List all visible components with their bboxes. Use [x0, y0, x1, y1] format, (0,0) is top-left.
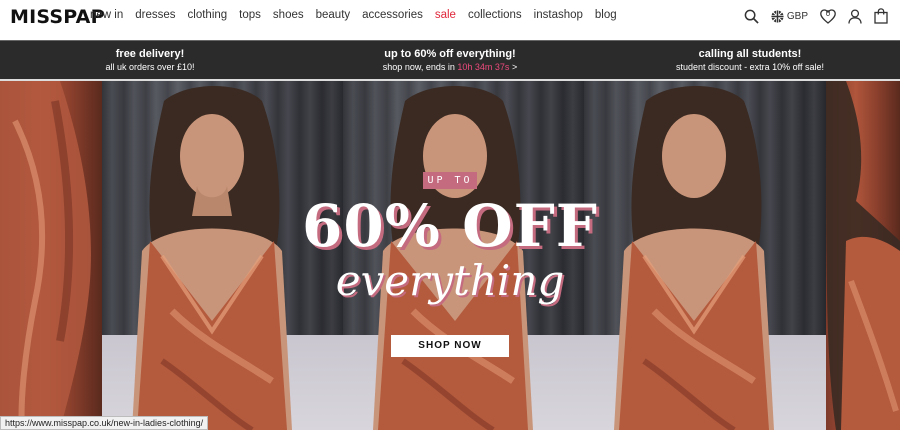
promo-subtitle: all uk orders over £10! — [105, 62, 195, 72]
nav-item-instashop[interactable]: instashop — [534, 9, 583, 21]
nav-item-shoes[interactable]: shoes — [273, 9, 304, 21]
promo-title: free delivery! — [115, 48, 185, 60]
wishlist-button[interactable]: 0 — [820, 7, 836, 25]
main-nav: new in dresses clothing tops shoes beaut… — [90, 9, 629, 21]
hero-headline: 60% OFF — [302, 192, 598, 260]
hero-banner[interactable]: UP TO 60% OFF everything SHOP NOW — [0, 81, 900, 430]
promo-subtitle: student discount - extra 10% off sale! — [676, 62, 824, 72]
site-header: MISSPAP new in dresses clothing tops sho… — [0, 0, 900, 40]
nav-item-clothing[interactable]: clothing — [188, 9, 228, 21]
promo-students[interactable]: calling all students! student discount -… — [600, 41, 900, 79]
promo-sale[interactable]: up to 60% off everything! shop now, ends… — [300, 41, 600, 79]
nav-item-accessories[interactable]: accessories — [362, 9, 423, 21]
countdown-timer: 10h 34m 37s — [457, 62, 510, 72]
promo-sale-arrow: > — [511, 62, 518, 72]
shopping-bag-icon[interactable] — [874, 7, 888, 25]
uk-flag-icon — [771, 9, 784, 23]
wishlist-count: 0 — [825, 9, 831, 18]
search-icon[interactable] — [744, 7, 759, 25]
shop-now-button[interactable]: SHOP NOW — [391, 335, 509, 357]
nav-item-beauty[interactable]: beauty — [316, 9, 351, 21]
nav-item-tops[interactable]: tops — [239, 9, 261, 21]
promo-subtitle: shop now, ends in 10h 34m 37s > — [300, 61, 600, 74]
promo-sale-prefix: shop now, ends in — [382, 62, 455, 72]
account-icon[interactable] — [848, 7, 862, 25]
nav-item-blog[interactable]: blog — [595, 9, 617, 21]
nav-item-sale[interactable]: sale — [435, 9, 456, 21]
nav-item-dresses[interactable]: dresses — [135, 9, 175, 21]
nav-item-new-in[interactable]: new in — [90, 9, 123, 21]
currency-label: GBP — [786, 10, 808, 22]
status-bar-url: https://www.misspap.co.uk/new-in-ladies-… — [0, 416, 209, 430]
promo-title: up to 60% off everything! — [384, 48, 516, 60]
currency-selector[interactable]: GBP — [771, 7, 808, 25]
promo-title: calling all students! — [698, 48, 802, 60]
hero-overlay: UP TO 60% OFF everything SHOP NOW — [0, 81, 900, 430]
hero-tag: UP TO — [423, 172, 477, 189]
nav-item-collections[interactable]: collections — [468, 9, 522, 21]
promo-bar: free delivery! all uk orders over £10! u… — [0, 40, 900, 81]
hero-subheadline: everything — [335, 256, 565, 305]
promo-free-delivery[interactable]: free delivery! all uk orders over £10! — [0, 41, 300, 79]
header-actions: GBP 0 — [732, 7, 888, 25]
